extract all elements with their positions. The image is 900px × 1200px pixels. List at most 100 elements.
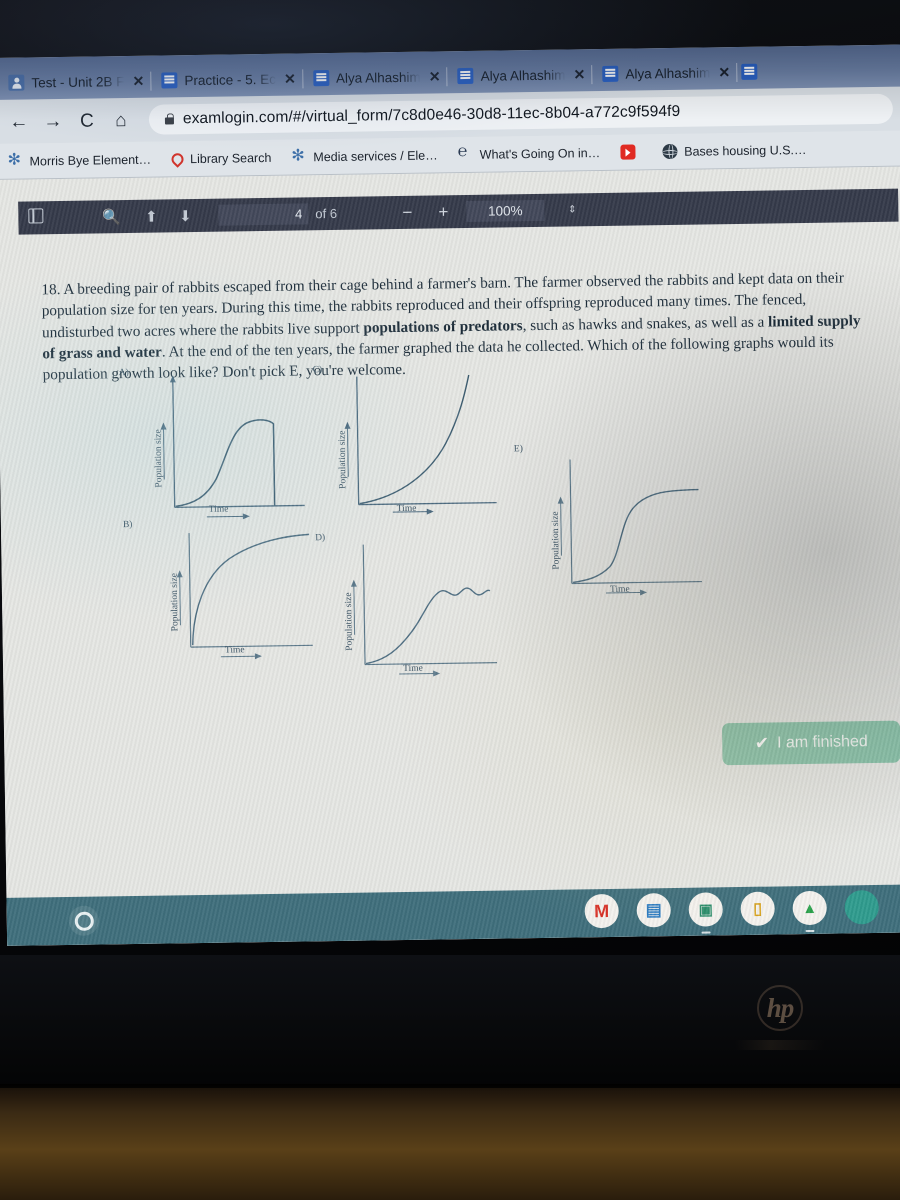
shelf-app-list: M ▤ ▣ ▯ ▲ [584,889,879,934]
forward-button[interactable]: → [43,110,63,131]
laptop-photo: Test - Unit 2B F ✕ Practice - 5. Ec ✕ Al… [0,0,900,1200]
bookmark-bases-housing[interactable]: Bases housing U.S.… [662,142,807,160]
graph-e-svg [557,459,702,596]
i-am-finished-label: I am finished [776,733,868,752]
graph-a-xlabel: Time [208,504,229,515]
graph-c-xlabel: Time [396,503,417,515]
graph-option-a[interactable]: A) Population size Time [117,365,309,528]
bookmark-library-search[interactable]: Library Search [168,150,272,168]
page-count-label: of 6 [315,205,338,222]
docs-glyph: ▤ [645,900,662,920]
graph-a-svg [160,375,305,520]
graph-a-ylabel: Population size [153,429,165,488]
reload-button[interactable]: C [77,110,97,131]
bookmark-media-services[interactable]: Media services / Ele… [291,147,438,164]
browser-tab-3[interactable]: Alya Alhashim ✕ [303,59,448,95]
scroll-icon [458,147,473,162]
keep-icon[interactable]: ▯ [740,891,775,927]
tab-title: Alya Alhashim [480,67,566,84]
next-page-icon[interactable]: ⬇ [168,206,202,225]
graph-option-d[interactable]: D) Population size Time [301,531,503,689]
option-label-d: D) [315,533,326,544]
classroom-glyph: ▣ [698,901,713,919]
back-button[interactable]: ← [9,111,29,132]
docs-icon [312,70,330,87]
graph-option-c[interactable]: C) Population size Time [299,363,501,526]
pdf-viewer-toolbar: 🔍 ⬆ ⬇ 4 of 6 − + 100% ⇕ [18,188,899,235]
browser-tab-2[interactable]: Practice - 5. Ec ✕ [151,61,303,97]
bookmark-label: Bases housing U.S.… [684,142,807,159]
bookmark-label: Media services / Ele… [313,147,438,164]
bookmark-label: What's Going On in… [479,145,601,162]
browser-tab-4[interactable]: Alya Alhashim ✕ [447,57,592,93]
tab-title: Alya Alhashim [625,64,711,82]
hp-logo: hp [757,985,803,1031]
drop-icon [168,150,186,168]
leaf-icon [291,149,306,164]
gmail-icon[interactable]: M [584,893,619,929]
graph-b-ylabel: Population size [169,572,181,632]
youtube-icon [620,144,636,160]
zoom-in-button[interactable]: + [426,202,460,223]
browser-tab-1[interactable]: Test - Unit 2B F ✕ [0,64,152,100]
question-bold1: populations of predators [363,316,523,337]
graph-b-svg [176,533,313,660]
zoom-out-button[interactable]: − [390,202,424,223]
keyboard-edge [735,1040,825,1050]
tab-close-icon[interactable]: ✕ [428,68,442,85]
gmail-glyph: M [594,900,610,921]
graph-d-ylabel: Population size [343,592,355,651]
zoom-level-value: 100% [466,199,545,223]
search-icon[interactable]: 🔍 [94,208,128,227]
graph-e-ylabel: Population size [550,511,562,570]
question-part2: , such as hawks and snakes, as well as a [522,313,769,334]
option-label-b: B) [122,519,133,531]
docs-icon[interactable]: ▤ [636,893,671,928]
keep-glyph: ▯ [753,900,763,918]
tab-title: Practice - 5. Ec [184,71,277,88]
browser-tab-5[interactable]: Alya Alhashim ✕ [592,55,737,91]
tab-close-icon[interactable]: ✕ [131,72,145,89]
page-content: 🔍 ⬆ ⬇ 4 of 6 − + 100% ⇕ 18. A breeding p… [0,166,900,946]
tab-title: Alya Alhashim [335,69,421,86]
bookmark-label: Morris Bye Element… [29,152,152,168]
docs-icon [741,63,758,80]
person-icon [8,74,25,91]
zoom-select-icon[interactable]: ⇕ [546,204,598,216]
option-label-a: A) [118,368,129,379]
zoom-controls: − + 100% ⇕ [390,195,898,224]
address-bar-url: examlogin.com/#/virtual_form/7c8d0e46-30… [182,102,681,128]
graph-option-e[interactable]: E) Population size Time [500,441,712,609]
graph-c-svg [344,374,497,515]
bookmark-youtube[interactable] [620,144,642,160]
bookmark-whats-going-on[interactable]: What's Going On in… [458,145,601,162]
graph-b-xlabel: Time [224,645,245,656]
graph-d-xlabel: Time [403,663,423,674]
drive-icon[interactable]: ▲ [792,890,827,933]
bookmark-morris-bye[interactable]: Morris Bye Element… [7,152,151,169]
leaf-icon [7,154,22,169]
page-number-input[interactable]: 4 [218,203,309,226]
browser-tab-6[interactable] [737,55,766,89]
option-label-e: E) [513,444,523,455]
previous-page-icon[interactable]: ⬆ [134,207,168,226]
sidebar-toggle-icon[interactable] [18,208,52,228]
laptop-screen: Test - Unit 2B F ✕ Practice - 5. Ec ✕ Al… [0,44,900,946]
graph-c-ylabel: Population size [337,430,349,489]
tab-close-icon[interactable]: ✕ [283,70,297,87]
docs-icon [161,72,178,89]
tab-close-icon[interactable]: ✕ [572,66,586,83]
desk-surface [0,1088,900,1200]
tab-close-icon[interactable]: ✕ [717,64,731,81]
home-button[interactable]: ⌂ [111,110,131,131]
check-icon: ✔ [754,733,770,753]
i-am-finished-button[interactable]: ✔ I am finished [721,720,900,766]
classroom-icon[interactable]: ▣ [688,892,723,934]
app-icon[interactable] [844,889,879,925]
option-label-c: C) [312,365,323,376]
graph-option-b[interactable]: B) Population size Time [119,517,321,675]
tab-title: Test - Unit 2B F [31,73,125,90]
address-bar[interactable]: examlogin.com/#/virtual_form/7c8d0e46-30… [148,93,894,135]
bookmark-label: Library Search [189,150,272,166]
launcher-icon[interactable] [68,905,100,936]
